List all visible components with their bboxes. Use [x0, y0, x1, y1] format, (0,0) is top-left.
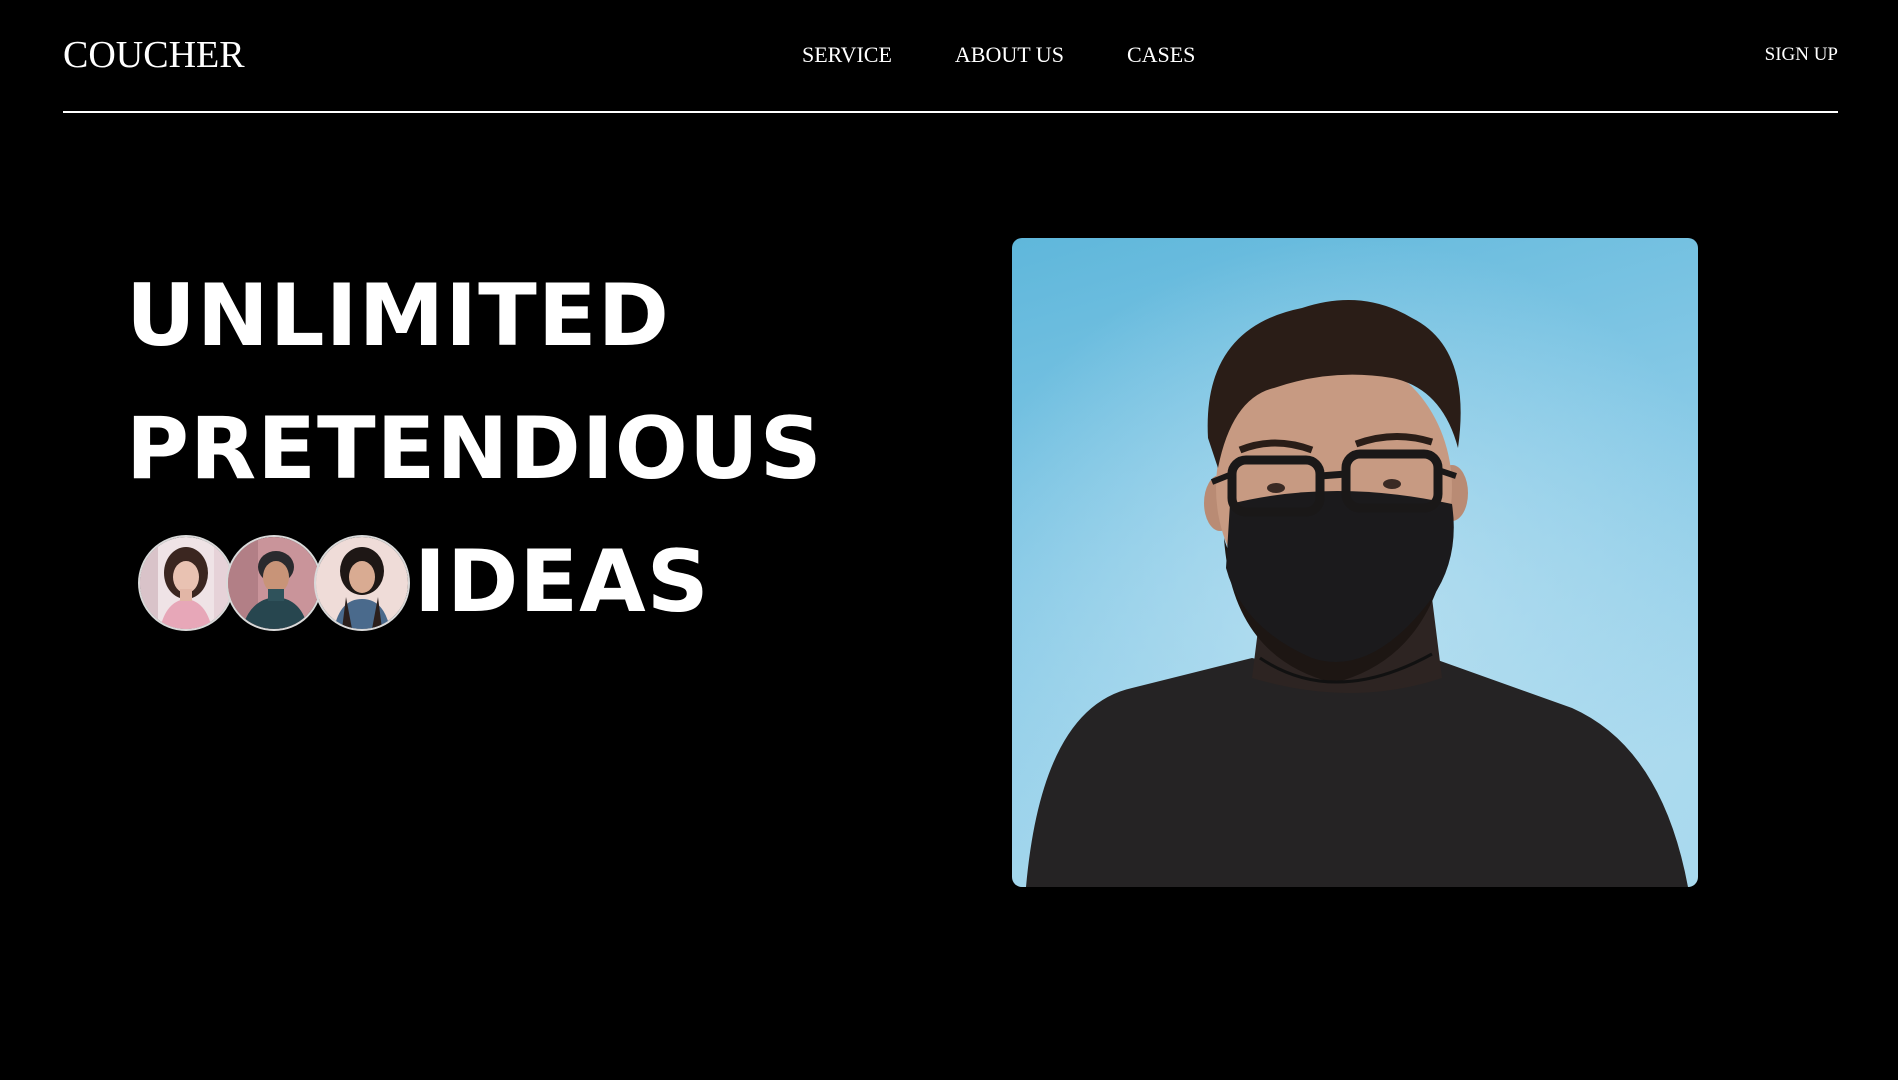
hero-line-pretendious: PRETENDIOUS — [126, 399, 823, 499]
sign-up-link[interactable]: SIGN UP — [1765, 44, 1838, 66]
hero-line-ideas-row: IDEAS — [126, 516, 823, 649]
avatar-boy-teal-icon[interactable] — [226, 534, 322, 631]
site-header: COUCHER SERVICE ABOUT US CASES SIGN UP — [63, 0, 1838, 113]
hero-line-unlimited: UNLIMITED — [126, 266, 670, 366]
hero-photo — [1012, 238, 1698, 887]
hero-headline: UNLIMITED PRETENDIOUS IDEAS — [126, 250, 823, 649]
nav-about-us-link[interactable]: ABOUT US — [955, 42, 1064, 68]
man-with-face-mask-photo — [1012, 238, 1698, 887]
avatar-woman-denim-icon[interactable] — [314, 534, 410, 631]
hero-line-ideas: IDEAS — [414, 532, 710, 632]
brand-logo[interactable]: COUCHER — [63, 33, 245, 77]
nav-service-link[interactable]: SERVICE — [802, 42, 892, 68]
avatar-group — [138, 534, 410, 631]
nav-cases-link[interactable]: CASES — [1127, 42, 1195, 68]
avatar-woman-pink-icon[interactable] — [138, 534, 234, 631]
main-nav: SERVICE ABOUT US CASES — [802, 42, 1195, 68]
page: COUCHER SERVICE ABOUT US CASES SIGN UP U… — [0, 0, 1898, 1080]
